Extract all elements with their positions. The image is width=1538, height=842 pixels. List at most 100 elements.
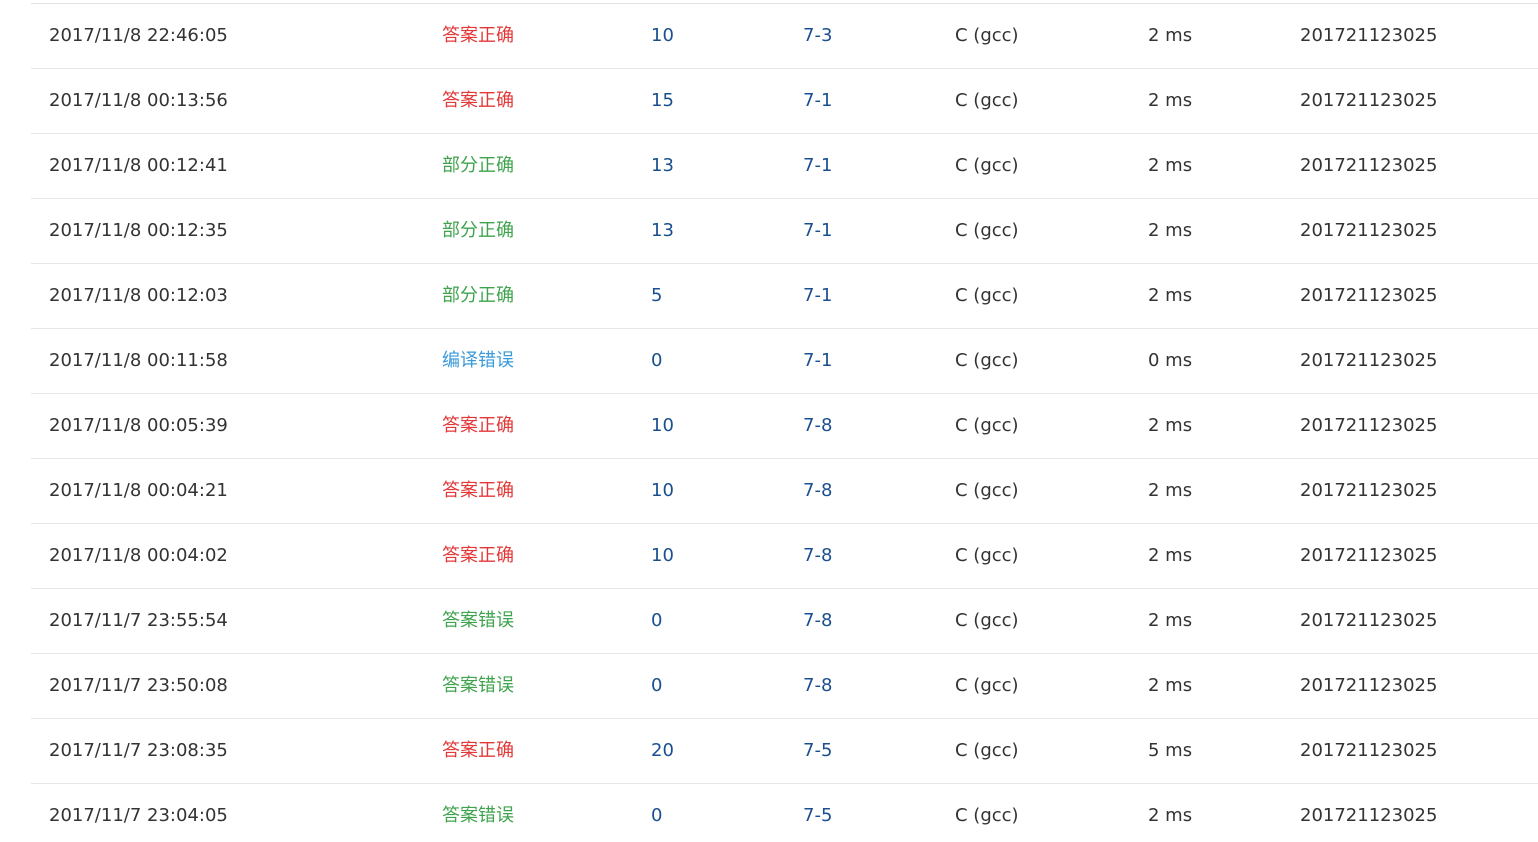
problem-link[interactable]: 7-8	[803, 394, 832, 458]
status-label[interactable]: 答案正确	[442, 394, 514, 458]
submit-time: 2017/11/8 00:12:41	[49, 155, 228, 176]
problem-link[interactable]: 7-5	[803, 719, 832, 783]
score-link[interactable]: 10	[651, 459, 674, 523]
status-label[interactable]: 答案错误	[442, 784, 514, 842]
table-row[interactable]: 2017/11/8 00:04:21 答案正确 10 7-8 C (gcc) 2 ms 20…	[31, 459, 1538, 524]
problem-link[interactable]: 7-8	[803, 459, 832, 523]
submit-time: 2017/11/8 00:11:58	[49, 350, 228, 371]
run-time: 2 ms	[1148, 480, 1193, 501]
score-link[interactable]: 0	[651, 654, 662, 718]
run-time: 2 ms	[1148, 220, 1193, 241]
table-row[interactable]: 2017/11/7 23:04:05 答案错误 0 7-5 C (gcc) 2 ms 201…	[31, 784, 1538, 842]
submissions-list: 2017/11/8 22:46:05 答案正确 10 7-3 C (gcc) 2 ms 20…	[31, 4, 1538, 842]
user-id: 201721123025	[1300, 610, 1438, 631]
status-label[interactable]: 部分正确	[442, 199, 514, 263]
table-row[interactable]: 2017/11/8 00:04:02 答案正确 10 7-8 C (gcc) 2 ms 20…	[31, 524, 1538, 589]
score-link[interactable]: 13	[651, 199, 674, 263]
score-link[interactable]: 13	[651, 134, 674, 198]
language: C (gcc)	[955, 675, 1019, 696]
submit-time: 2017/11/7 23:04:05	[49, 805, 228, 826]
problem-link[interactable]: 7-8	[803, 524, 832, 588]
submit-time: 2017/11/8 00:13:56	[49, 90, 228, 111]
run-time: 2 ms	[1148, 155, 1193, 176]
problem-link[interactable]: 7-5	[803, 784, 832, 842]
status-label[interactable]: 答案正确	[442, 719, 514, 783]
user-id: 201721123025	[1300, 415, 1438, 436]
status-label[interactable]: 答案错误	[442, 589, 514, 653]
table-row[interactable]: 2017/11/7 23:08:35 答案正确 20 7-5 C (gcc) 5 ms 20…	[31, 719, 1538, 784]
table-row[interactable]: 2017/11/7 23:55:54 答案错误 0 7-8 C (gcc) 2 ms 201…	[31, 589, 1538, 654]
table-row[interactable]: 2017/11/8 00:13:56 答案正确 15 7-1 C (gcc) 2 ms 20…	[31, 69, 1538, 134]
run-time: 2 ms	[1148, 675, 1193, 696]
status-label[interactable]: 答案正确	[442, 69, 514, 133]
score-link[interactable]: 10	[651, 394, 674, 458]
language: C (gcc)	[955, 25, 1019, 46]
status-label[interactable]: 答案正确	[442, 524, 514, 588]
problem-link[interactable]: 7-1	[803, 69, 832, 133]
language: C (gcc)	[955, 285, 1019, 306]
run-time: 2 ms	[1148, 285, 1193, 306]
language: C (gcc)	[955, 415, 1019, 436]
language: C (gcc)	[955, 805, 1019, 826]
score-link[interactable]: 15	[651, 69, 674, 133]
language: C (gcc)	[955, 480, 1019, 501]
score-link[interactable]: 5	[651, 264, 662, 328]
table-row[interactable]: 2017/11/8 00:05:39 答案正确 10 7-8 C (gcc) 2 ms 20…	[31, 394, 1538, 459]
status-label[interactable]: 编译错误	[442, 329, 514, 393]
language: C (gcc)	[955, 155, 1019, 176]
score-link[interactable]: 10	[651, 524, 674, 588]
table-row[interactable]: 2017/11/8 00:12:03 部分正确 5 7-1 C (gcc) 2 ms 201…	[31, 264, 1538, 329]
run-time: 2 ms	[1148, 25, 1193, 46]
user-id: 201721123025	[1300, 805, 1438, 826]
problem-link[interactable]: 7-3	[803, 4, 832, 68]
table-row[interactable]: 2017/11/7 23:50:08 答案错误 0 7-8 C (gcc) 2 ms 201…	[31, 654, 1538, 719]
run-time: 2 ms	[1148, 545, 1193, 566]
status-label[interactable]: 答案正确	[442, 4, 514, 68]
language: C (gcc)	[955, 610, 1019, 631]
status-label[interactable]: 答案正确	[442, 459, 514, 523]
problem-link[interactable]: 7-1	[803, 134, 832, 198]
user-id: 201721123025	[1300, 25, 1438, 46]
user-id: 201721123025	[1300, 90, 1438, 111]
problem-link[interactable]: 7-8	[803, 654, 832, 718]
submit-time: 2017/11/8 22:46:05	[49, 25, 228, 46]
run-time: 0 ms	[1148, 350, 1193, 371]
problem-link[interactable]: 7-8	[803, 589, 832, 653]
language: C (gcc)	[955, 350, 1019, 371]
language: C (gcc)	[955, 545, 1019, 566]
score-link[interactable]: 0	[651, 329, 662, 393]
language: C (gcc)	[955, 740, 1019, 761]
table-row[interactable]: 2017/11/8 00:12:41 部分正确 13 7-1 C (gcc) 2 ms 20…	[31, 134, 1538, 199]
problem-link[interactable]: 7-1	[803, 329, 832, 393]
user-id: 201721123025	[1300, 350, 1438, 371]
user-id: 201721123025	[1300, 480, 1438, 501]
status-label[interactable]: 部分正确	[442, 264, 514, 328]
submit-time: 2017/11/8 00:12:03	[49, 285, 228, 306]
submit-time: 2017/11/8 00:05:39	[49, 415, 228, 436]
score-link[interactable]: 0	[651, 589, 662, 653]
score-link[interactable]: 10	[651, 4, 674, 68]
user-id: 201721123025	[1300, 545, 1438, 566]
score-link[interactable]: 20	[651, 719, 674, 783]
run-time: 2 ms	[1148, 805, 1193, 826]
status-label[interactable]: 部分正确	[442, 134, 514, 198]
submit-time: 2017/11/7 23:50:08	[49, 675, 228, 696]
problem-link[interactable]: 7-1	[803, 264, 832, 328]
problem-link[interactable]: 7-1	[803, 199, 832, 263]
submit-time: 2017/11/8 00:12:35	[49, 220, 228, 241]
table-row[interactable]: 2017/11/8 22:46:05 答案正确 10 7-3 C (gcc) 2 ms 20…	[31, 4, 1538, 69]
user-id: 201721123025	[1300, 675, 1438, 696]
status-label[interactable]: 答案错误	[442, 654, 514, 718]
run-time: 2 ms	[1148, 415, 1193, 436]
run-time: 5 ms	[1148, 740, 1193, 761]
user-id: 201721123025	[1300, 220, 1438, 241]
table-row[interactable]: 2017/11/8 00:11:58 编译错误 0 7-1 C (gcc) 0 ms 201…	[31, 329, 1538, 394]
table-row[interactable]: 2017/11/8 00:12:35 部分正确 13 7-1 C (gcc) 2 ms 20…	[31, 199, 1538, 264]
submit-time: 2017/11/8 00:04:21	[49, 480, 228, 501]
submissions-table: 2017/11/8 22:46:05 答案正确 10 7-3 C (gcc) 2 ms 20…	[31, 0, 1538, 842]
user-id: 201721123025	[1300, 740, 1438, 761]
submit-time: 2017/11/7 23:55:54	[49, 610, 228, 631]
language: C (gcc)	[955, 220, 1019, 241]
user-id: 201721123025	[1300, 155, 1438, 176]
score-link[interactable]: 0	[651, 784, 662, 842]
